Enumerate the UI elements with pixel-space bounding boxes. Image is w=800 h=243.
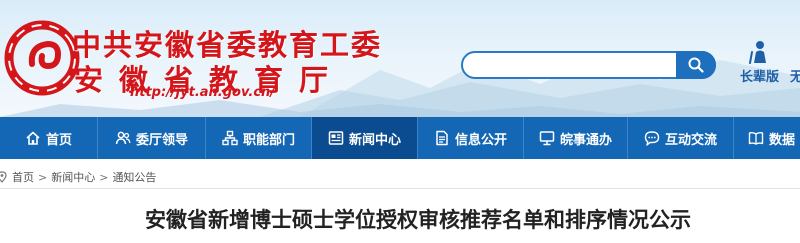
book-icon — [748, 131, 764, 145]
nav-label: 首页 — [45, 132, 72, 148]
home-icon — [26, 131, 40, 145]
nav-label: 互动交流 — [664, 132, 717, 148]
nav-item-leaders[interactable]: 委厅领导 — [98, 117, 206, 159]
search-box — [461, 51, 716, 79]
nav-label: 信息公开 — [454, 132, 507, 148]
nav-item-services[interactable]: 皖事通办 — [524, 117, 628, 159]
elder-mode-icon[interactable] — [748, 40, 770, 64]
location-pin-icon — [0, 171, 7, 183]
nav-label: 职能部门 — [242, 132, 295, 148]
monitor-icon — [539, 131, 555, 146]
nav-item-departments[interactable]: 职能部门 — [206, 117, 312, 159]
main-nav: 首页 委厅领导 职能部门 新闻中心 信息公开 皖事通办 互动交流 数据 — [0, 117, 800, 159]
nav-item-news[interactable]: 新闻中心 — [312, 117, 418, 159]
org-chart-icon — [222, 130, 238, 146]
logo-icon — [4, 20, 80, 96]
search-icon — [688, 57, 704, 73]
site-header: 中共安徽省委教育工委 安徽省教育厅 http://jyt.ah.gov.cn/ … — [0, 0, 800, 117]
nav-item-home[interactable]: 首页 — [0, 117, 98, 159]
nav-item-data[interactable]: 数据 — [734, 117, 800, 159]
site-url[interactable]: http://jyt.ah.gov.cn/ — [130, 85, 275, 100]
breadcrumb-home[interactable]: 首页 — [12, 169, 34, 185]
nav-label: 委厅领导 — [135, 132, 188, 148]
chat-icon — [644, 131, 660, 146]
nav-label: 数据 — [769, 132, 796, 148]
nav-item-interaction[interactable]: 互动交流 — [628, 117, 734, 159]
article-title: 安徽省新增博士硕士学位授权审核推荐名单和排序情况公示 — [145, 208, 691, 232]
people-icon — [115, 131, 131, 145]
breadcrumb-separator: > — [38, 170, 48, 184]
breadcrumb-separator: > — [99, 170, 109, 184]
breadcrumb-news[interactable]: 新闻中心 — [51, 169, 95, 185]
document-icon — [436, 130, 448, 146]
news-icon — [328, 131, 344, 145]
elder-mode-link[interactable]: 长辈版 — [740, 66, 779, 85]
search-input[interactable] — [473, 56, 673, 74]
search-button[interactable] — [676, 51, 716, 79]
nav-item-disclosure[interactable]: 信息公开 — [418, 117, 524, 159]
nav-label: 新闻中心 — [348, 132, 401, 148]
accessibility-link[interactable]: 无 — [790, 66, 800, 85]
breadcrumb-notices[interactable]: 通知公告 — [112, 169, 156, 185]
breadcrumb: 首页 > 新闻中心 > 通知公告 — [0, 168, 156, 186]
nav-label: 皖事通办 — [559, 132, 612, 148]
divider — [0, 188, 800, 189]
